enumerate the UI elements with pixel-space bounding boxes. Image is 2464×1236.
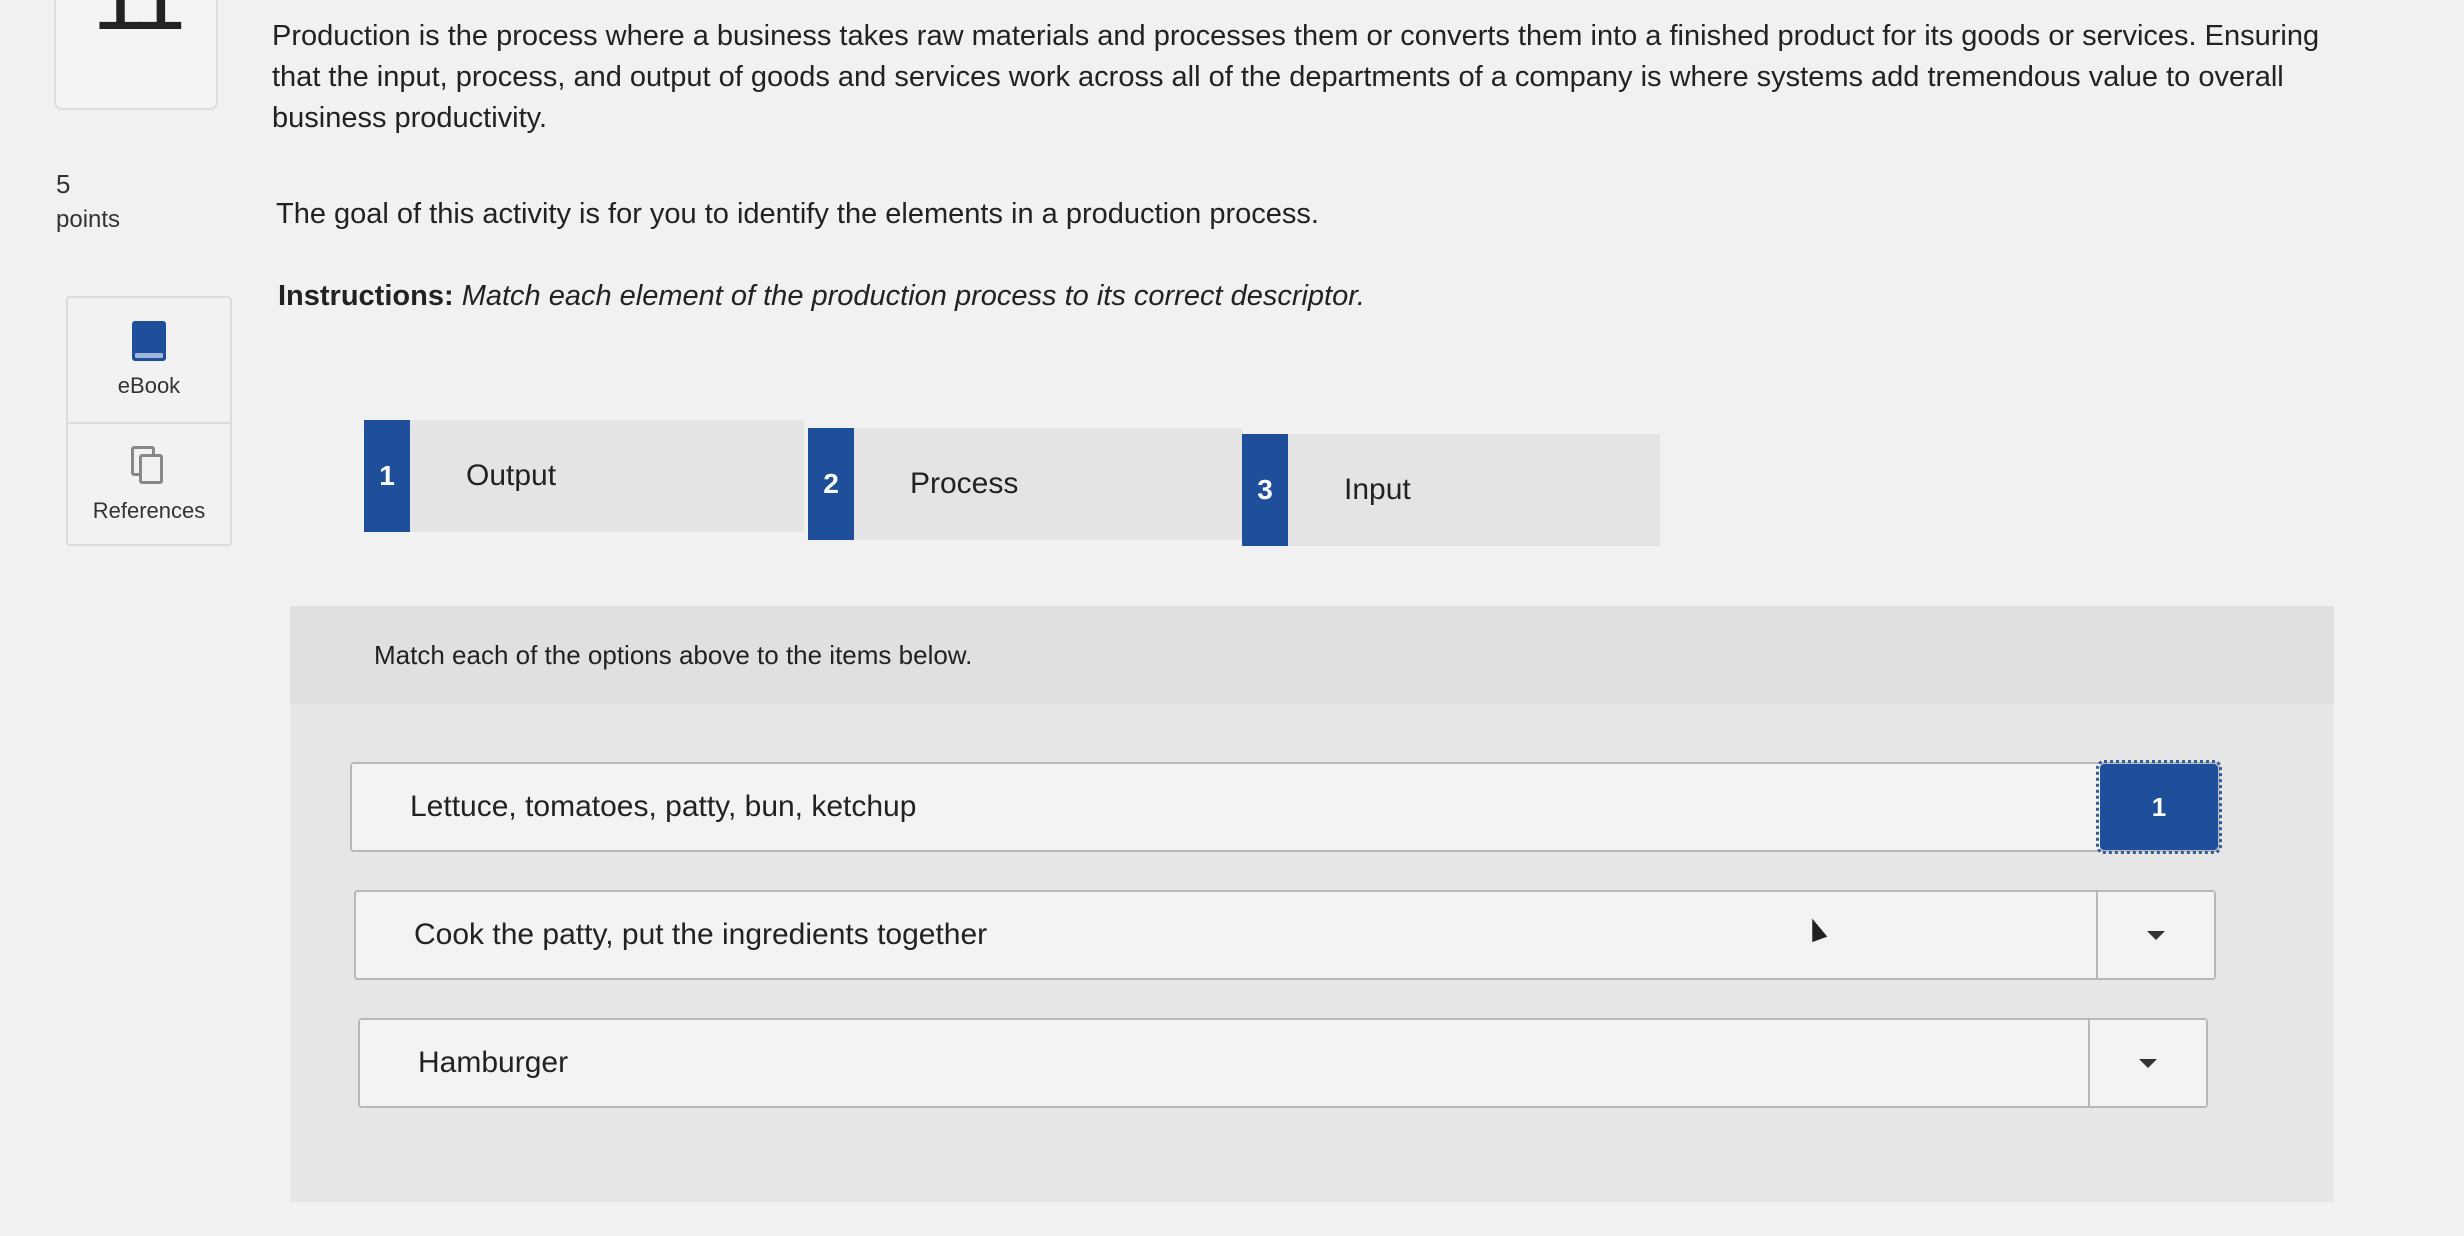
option-chip-input[interactable]: 3 Input [1242,434,1660,546]
references-button[interactable]: References [68,422,230,546]
option-chip-output[interactable]: 1 Output [364,420,804,532]
option-label: Output [466,459,557,492]
ebook-icon [132,321,166,361]
ebook-label: eBook [117,373,181,398]
match-select[interactable]: 1 [2096,760,2222,854]
points-label: points [56,206,121,233]
option-number: 3 [1242,434,1288,546]
match-select[interactable] [2096,892,2214,978]
instructions-label: Instructions: [278,280,454,312]
match-row: Lettuce, tomatoes, patty, bun, ketchup 1 [350,760,2222,854]
question-number: 11 [56,0,216,52]
match-area: Match each of the options above to the i… [290,606,2334,1202]
option-list: 1 Output 2 Process 3 Input [364,420,1660,550]
question-number-box: 11 [54,0,218,110]
question-page: 11 5 points eBook References Production … [0,0,2464,1236]
references-icon [131,446,167,486]
option-number: 1 [364,420,410,532]
chevron-down-icon [2139,1058,2157,1068]
option-label: Input [1344,473,1411,506]
goal-text: The goal of this activity is for you to … [276,198,1319,230]
ebook-button[interactable]: eBook [68,298,230,422]
points-block: 5 points [56,166,120,238]
instructions: Instructions: Match each element of the … [278,280,1365,313]
match-row: Cook the patty, put the ingredients toge… [354,890,2216,980]
instructions-text: Match each element of the production pro… [461,280,1365,312]
match-row-text: Lettuce, tomatoes, patty, bun, ketchup [410,790,917,823]
option-chip-process[interactable]: 2 Process [808,428,1242,540]
match-row: Hamburger [358,1018,2208,1108]
chevron-down-icon [2147,930,2165,940]
resource-panel: eBook References [66,296,232,546]
match-row-text: Hamburger [418,1046,569,1079]
match-row-text: Cook the patty, put the ingredients toge… [414,918,988,951]
match-select[interactable] [2088,1020,2206,1106]
option-number: 2 [808,428,854,540]
references-label: References [92,498,206,523]
option-label: Process [910,467,1019,500]
intro-text: Production is the process where a busine… [272,20,2320,134]
match-prompt: Match each of the options above to the i… [290,606,2334,704]
points-value: 5 [56,169,71,199]
